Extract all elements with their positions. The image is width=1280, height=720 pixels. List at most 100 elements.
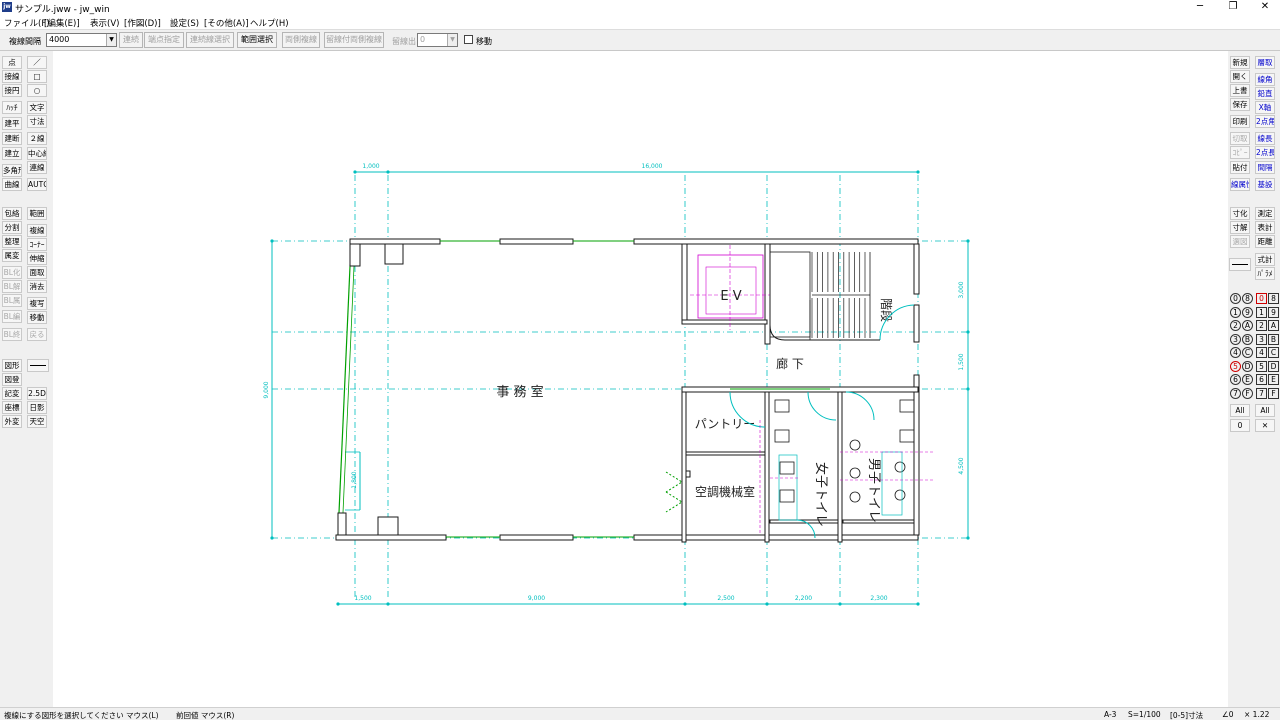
left-tool-b1[interactable]: ／ xyxy=(27,56,47,69)
left-tool-4[interactable]: ﾊｯﾁ xyxy=(2,101,22,114)
left-tool-18[interactable]: BL終 xyxy=(2,328,22,341)
zoom-indicator[interactable]: × 1.22 xyxy=(1244,710,1269,719)
layer-8[interactable]: 8 xyxy=(1268,293,1279,304)
left-tool-b6[interactable]: ２線 xyxy=(27,132,47,145)
right-tool-b12[interactable]: 距離 xyxy=(1255,235,1275,248)
left-tool-9[interactable]: 曲線 xyxy=(2,178,22,191)
layer-group-C[interactable]: C xyxy=(1242,347,1253,358)
right-tool-7[interactable]: ｺﾋﾟｰ xyxy=(1230,146,1250,159)
menu-edit[interactable]: [編集(E)] xyxy=(44,17,80,29)
right-tool-b1[interactable]: 層取 xyxy=(1255,56,1275,69)
layer-group-7[interactable]: 7 xyxy=(1230,387,1241,399)
left-tool-b18[interactable]: 戻る xyxy=(27,328,47,341)
left-tool-b7[interactable]: 中心線 xyxy=(27,147,47,160)
layer-2[interactable]: 2 xyxy=(1256,320,1267,331)
drawing-canvas[interactable]: 1,000 16,000 1,500 9,000 2,500 2,200 2,300 9,00… xyxy=(53,51,1228,707)
left-tool-b2[interactable]: □ xyxy=(27,70,47,83)
layer-E[interactable]: E xyxy=(1268,374,1279,385)
left-tool-b13[interactable]: 伸縮 xyxy=(27,252,47,265)
right-tool-b15[interactable]: All xyxy=(1255,404,1275,417)
right-tool-b3[interactable]: 鉛直 xyxy=(1255,87,1275,100)
left-tool-2[interactable]: 接線 xyxy=(2,70,22,83)
right-tool-6[interactable]: 切取 xyxy=(1230,132,1250,145)
layer-5[interactable]: 5 xyxy=(1256,360,1267,372)
right-tool-9[interactable]: 線属性 xyxy=(1230,178,1250,191)
left-tool-b15[interactable]: 消去 xyxy=(27,280,47,293)
both-sides-offset-button[interactable]: 両側複線 xyxy=(282,32,320,48)
cap-extend-combo[interactable]: 0 ▼ xyxy=(417,33,458,47)
line-attribute-swatch[interactable] xyxy=(1229,258,1251,271)
left-tool-8[interactable]: 多角形 xyxy=(2,164,22,177)
layer-group-6[interactable]: 6 xyxy=(1230,374,1241,385)
left-tool-b14[interactable]: 面取 xyxy=(27,266,47,279)
left-tool-b12[interactable]: ｺｰﾅｰ xyxy=(27,238,47,251)
right-tool-b13[interactable]: 式計 xyxy=(1255,253,1275,266)
layer-B[interactable]: B xyxy=(1268,333,1279,345)
layer-group-D[interactable]: D xyxy=(1242,360,1253,372)
layer-1[interactable]: 1 xyxy=(1256,306,1267,318)
right-tool-b7[interactable]: 2点長 xyxy=(1255,146,1275,159)
left-tool-17[interactable]: BL編 xyxy=(2,310,22,323)
right-tool-b8[interactable]: 間隔 xyxy=(1255,161,1275,174)
left-tool-b16[interactable]: 複写 xyxy=(27,297,47,310)
left-tool-19[interactable]: 図形 xyxy=(2,359,22,372)
menu-file[interactable]: ファイル(F) xyxy=(4,17,50,29)
layer-0[interactable]: 0 xyxy=(1256,293,1267,304)
right-tool-b6[interactable]: 線長 xyxy=(1255,132,1275,145)
left-tool-12[interactable]: 整理 xyxy=(2,235,22,248)
layer-3[interactable]: 3 xyxy=(1256,333,1267,345)
left-tool-b3[interactable]: ○ xyxy=(27,84,47,97)
layer-9[interactable]: 9 xyxy=(1268,306,1279,318)
endpoint-button[interactable]: 端点指定 xyxy=(144,32,184,48)
scale-indicator[interactable]: S=1/100 xyxy=(1128,710,1161,719)
menu-view[interactable]: 表示(V) xyxy=(90,17,119,29)
continuous-select-button[interactable]: 連続線選択 xyxy=(186,32,234,48)
menu-help[interactable]: ヘルプ(H) xyxy=(250,17,289,29)
left-tool-b10[interactable]: 範囲 xyxy=(27,207,47,220)
right-tool-14[interactable]: All xyxy=(1230,404,1250,417)
close-button[interactable]: ✕ xyxy=(1245,0,1280,15)
right-tool-5[interactable]: 印刷 xyxy=(1230,115,1250,128)
left-tool-15[interactable]: BL解 xyxy=(2,280,22,293)
layer-group-8[interactable]: 8 xyxy=(1242,293,1253,304)
right-tool-b16[interactable]: ✕ xyxy=(1255,419,1275,432)
layer-group-0[interactable]: 0 xyxy=(1230,293,1241,304)
left-tool-10[interactable]: 包絡 xyxy=(2,207,22,220)
layer-group-1[interactable]: 1 xyxy=(1230,306,1241,318)
layer-A[interactable]: A xyxy=(1268,320,1279,331)
range-select-button[interactable]: 範囲選択 xyxy=(237,32,277,48)
left-tool-20[interactable]: 図登 xyxy=(2,373,22,386)
continuous-button[interactable]: 連続 xyxy=(119,32,143,48)
left-tool-b21[interactable]: 日影 xyxy=(27,401,47,414)
layer-D[interactable]: D xyxy=(1268,360,1279,372)
left-tool-23[interactable]: 外変 xyxy=(2,415,22,428)
left-tool-22[interactable]: 座標 xyxy=(2,401,22,414)
right-tool-2[interactable]: 開く xyxy=(1230,70,1250,83)
right-tool-8[interactable]: 貼付 xyxy=(1230,161,1250,174)
left-tool-5[interactable]: 建平 xyxy=(2,117,22,130)
move-checkbox[interactable] xyxy=(464,35,473,44)
right-tool-3[interactable]: 上書 xyxy=(1230,84,1250,97)
left-tool-b22[interactable]: 天空 xyxy=(27,415,47,428)
layer-indicator[interactable]: [0-5]寸法 xyxy=(1170,710,1203,720)
left-tool-1[interactable]: 点 xyxy=(2,56,22,69)
left-tool-b4[interactable]: 文字 xyxy=(27,101,47,114)
right-tool-b11[interactable]: 表計 xyxy=(1255,221,1275,234)
left-tool-b8[interactable]: 連線 xyxy=(27,161,47,174)
right-tool-b4[interactable]: X軸 xyxy=(1255,101,1275,114)
layer-group-E[interactable]: E xyxy=(1242,374,1253,385)
left-tool-b11[interactable]: 複線 xyxy=(27,224,47,237)
left-tool-6[interactable]: 建断 xyxy=(2,132,22,145)
right-tool-b10[interactable]: 測定 xyxy=(1255,207,1275,220)
layer-group-F[interactable]: F xyxy=(1242,387,1253,399)
left-tool-16[interactable]: BL属 xyxy=(2,294,22,307)
layer-group-B[interactable]: B xyxy=(1242,333,1253,345)
capped-offset-button[interactable]: 留線付両側複線 xyxy=(324,32,384,48)
right-tool-12[interactable]: 選図 xyxy=(1230,235,1250,248)
layer-7[interactable]: 7 xyxy=(1256,387,1267,399)
left-tool-13[interactable]: 属変 xyxy=(2,249,22,262)
layer-group-5[interactable]: 5 xyxy=(1230,360,1241,372)
menu-other[interactable]: [その他(A)] xyxy=(204,17,249,29)
right-tool-b9[interactable]: 基設 xyxy=(1255,178,1275,191)
line-style-swatch[interactable] xyxy=(27,359,49,372)
